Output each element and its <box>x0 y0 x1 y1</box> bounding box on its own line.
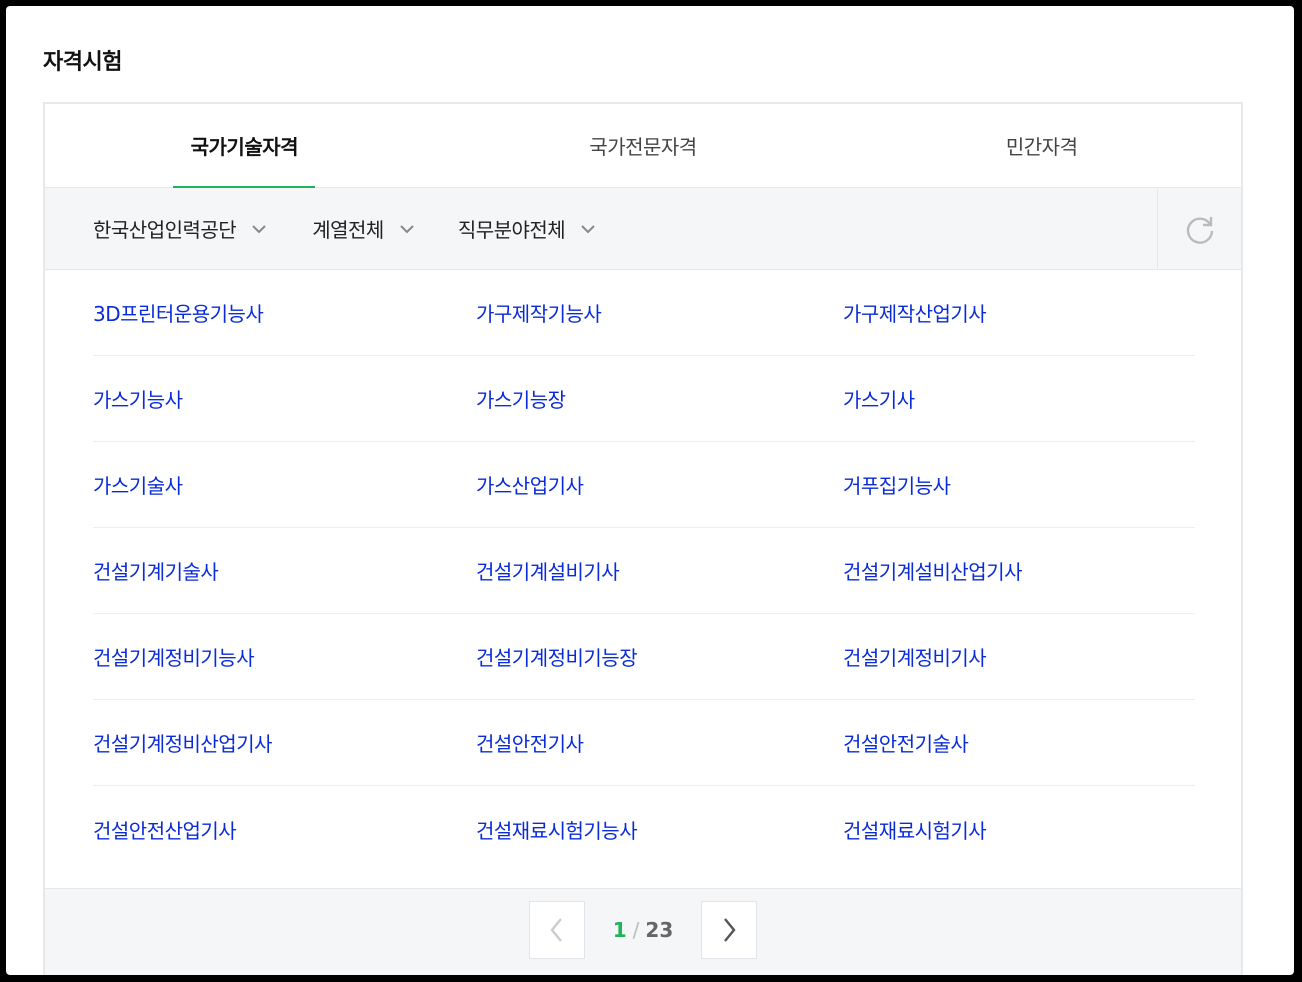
chevron-down-icon <box>400 224 414 233</box>
qualification-link[interactable]: 건설재료시험기능사 <box>476 815 843 844</box>
qualification-link[interactable]: 가스산업기사 <box>476 470 843 499</box>
qualification-link[interactable]: 건설기계정비기능사 <box>93 642 476 671</box>
current-page: 1 <box>612 918 627 942</box>
qualification-link[interactable]: 가구제작기능사 <box>476 298 843 327</box>
section-title: 자격시험 <box>43 50 122 75</box>
total-pages: 23 <box>645 918 674 942</box>
page-indicator: 1 / 23 <box>585 901 701 959</box>
content-frame: 자격시험 국가기술자격 국가전문자격 민간자격 한국산업인력공단 계열전체 직무… <box>6 6 1294 975</box>
next-page-button[interactable] <box>701 901 757 959</box>
tab-national-technical[interactable]: 국가기술자격 <box>45 104 444 187</box>
list-row: 가스기능사 가스기능장 가스기사 <box>93 356 1195 442</box>
list-row: 건설기계기술사 건설기계설비기사 건설기계설비산업기사 <box>93 528 1195 614</box>
series-dropdown-label: 계열전체 <box>312 218 384 242</box>
chevron-left-icon <box>550 918 562 942</box>
qualification-link[interactable]: 가구제작산업기사 <box>843 298 1195 327</box>
list-row: 3D프린터운용기능사 가구제작기능사 가구제작산업기사 <box>93 270 1195 356</box>
refresh-button[interactable] <box>1157 188 1241 270</box>
agency-dropdown[interactable]: 한국산업인력공단 <box>93 214 268 243</box>
chevron-down-icon <box>252 224 266 233</box>
qualification-link[interactable]: 건설안전기사 <box>476 728 843 757</box>
qualification-link[interactable]: 건설안전기술사 <box>843 728 1195 757</box>
qualification-link[interactable]: 건설기계정비기능장 <box>476 642 843 671</box>
field-dropdown-label: 직무분야전체 <box>457 218 566 242</box>
chevron-right-icon <box>724 918 736 942</box>
qualification-link[interactable]: 건설기계설비기사 <box>476 556 843 585</box>
qualification-link[interactable]: 가스기능사 <box>93 384 476 413</box>
page-separator: / <box>632 918 640 942</box>
list-row: 건설안전산업기사 건설재료시험기능사 건설재료시험기사 <box>93 786 1195 872</box>
qualification-link[interactable]: 건설안전산업기사 <box>93 815 476 844</box>
prev-page-button[interactable] <box>529 901 585 959</box>
chevron-down-icon <box>581 224 595 233</box>
qualification-link[interactable]: 건설기계정비기사 <box>843 642 1195 671</box>
exam-panel: 국가기술자격 국가전문자격 민간자격 한국산업인력공단 계열전체 직무분야전체 <box>43 102 1243 975</box>
qualification-link[interactable]: 건설기계기술사 <box>93 556 476 585</box>
field-dropdown[interactable]: 직무분야전체 <box>458 214 597 243</box>
qualification-link[interactable]: 가스기술사 <box>93 470 476 499</box>
qualification-link[interactable]: 건설기계정비산업기사 <box>93 728 476 757</box>
list-row: 건설기계정비기능사 건설기계정비기능장 건설기계정비기사 <box>93 614 1195 700</box>
qualification-link[interactable]: 가스기사 <box>843 384 1195 413</box>
tab-national-professional[interactable]: 국가전문자격 <box>444 104 843 187</box>
qualification-link[interactable]: 가스기능장 <box>476 384 843 413</box>
qualification-link[interactable]: 건설재료시험기사 <box>843 815 1195 844</box>
tab-private[interactable]: 민간자격 <box>842 104 1241 187</box>
list-row: 건설기계정비산업기사 건설안전기사 건설안전기술사 <box>93 700 1195 786</box>
qualification-list: 3D프린터운용기능사 가구제작기능사 가구제작산업기사 가스기능사 가스기능장 … <box>45 270 1241 872</box>
filter-bar: 한국산업인력공단 계열전체 직무분야전체 <box>45 188 1241 270</box>
pagination: 1 / 23 <box>45 888 1241 975</box>
qualification-link[interactable]: 건설기계설비산업기사 <box>843 556 1195 585</box>
list-row: 가스기술사 가스산업기사 거푸집기능사 <box>93 442 1195 528</box>
qualification-link[interactable]: 3D프린터운용기능사 <box>93 298 476 327</box>
tab-bar: 국가기술자격 국가전문자격 민간자격 <box>45 104 1241 188</box>
agency-dropdown-label: 한국산업인력공단 <box>93 218 237 242</box>
refresh-icon <box>1186 217 1213 244</box>
series-dropdown[interactable]: 계열전체 <box>312 214 416 243</box>
qualification-link[interactable]: 거푸집기능사 <box>843 470 1195 499</box>
